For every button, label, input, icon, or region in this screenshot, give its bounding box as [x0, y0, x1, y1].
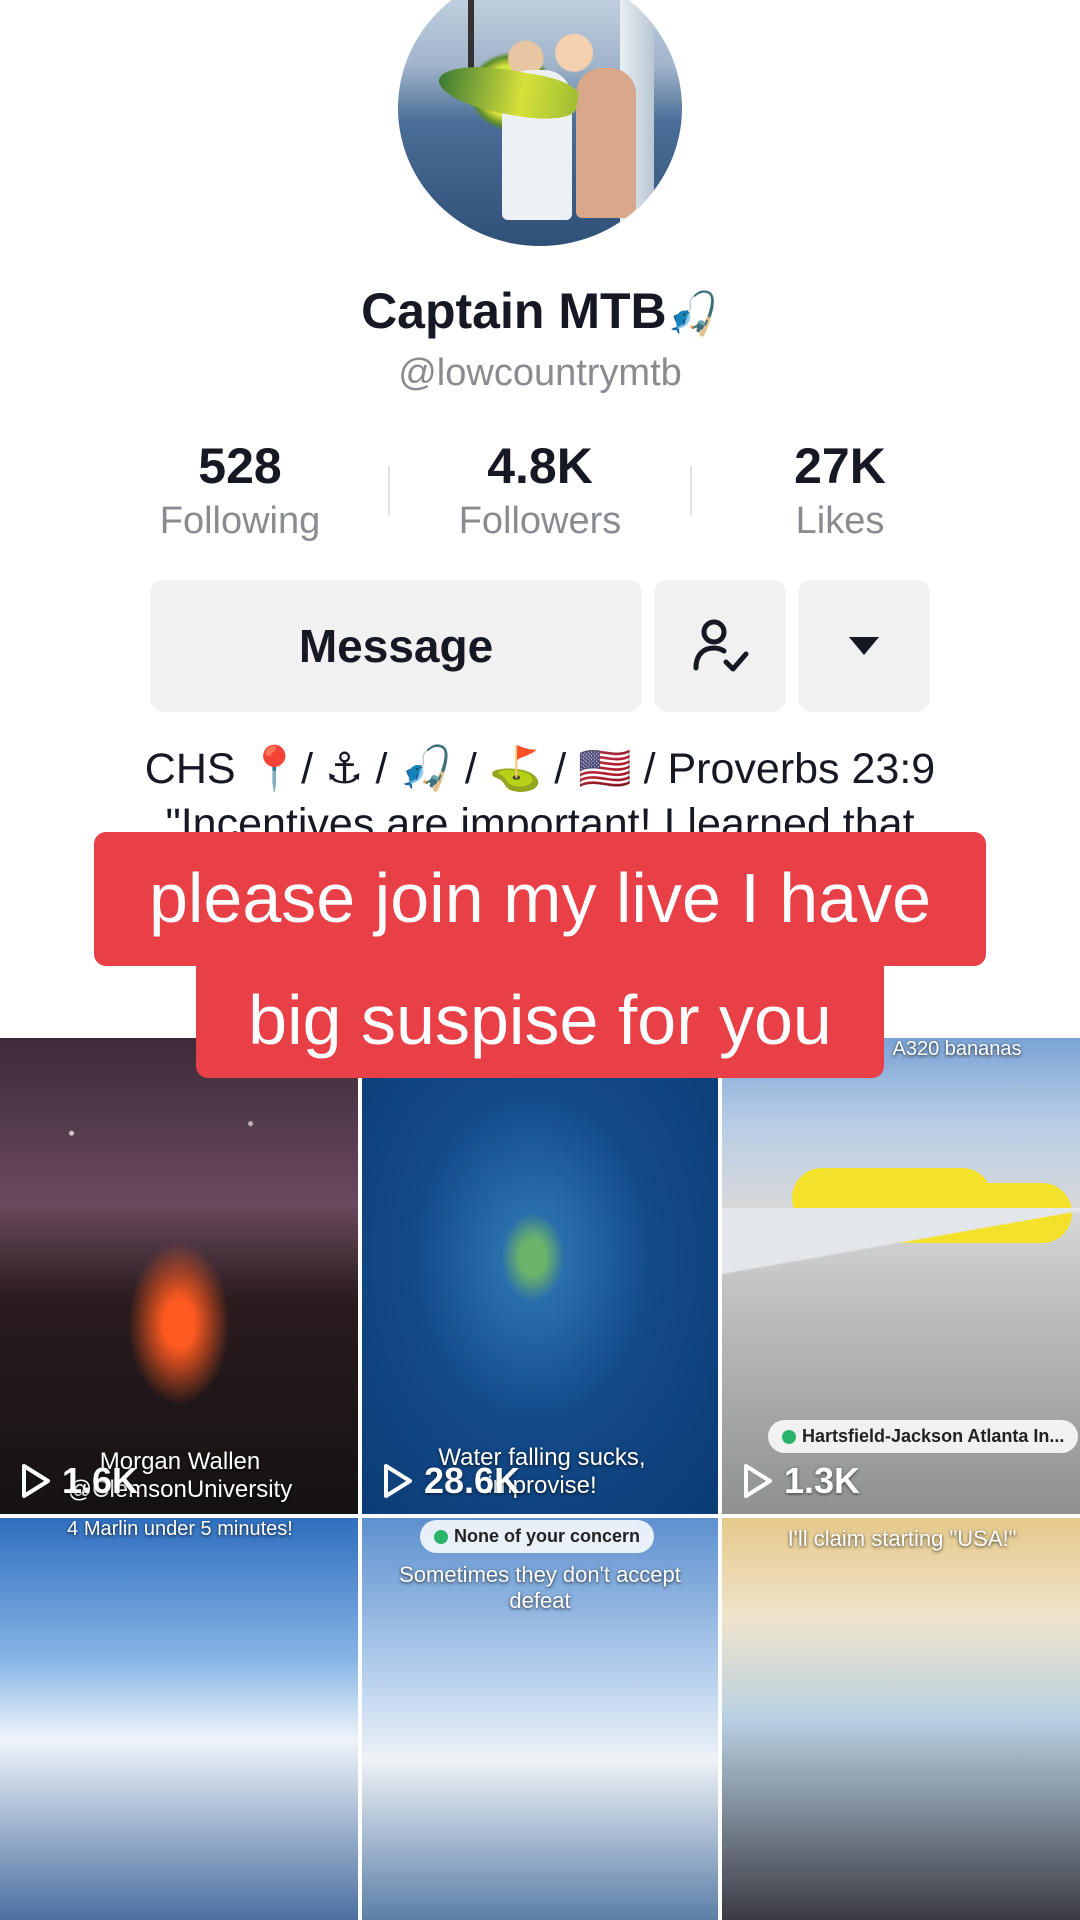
location-pill: Hartsfield-Jackson Atlanta In... [768, 1420, 1079, 1453]
bio-line: "Incentives are important! I learned tha… [165, 800, 915, 832]
video-tile[interactable]: Water falling sucks, improvise! 28.6K [362, 1038, 718, 1514]
stat-label: Likes [795, 500, 885, 542]
view-count: 1.6K [20, 1460, 138, 1502]
view-count: 28.6K [382, 1460, 520, 1502]
profile-avatar[interactable] [398, 0, 682, 246]
video-tile[interactable]: None of your concern Sometimes they don'… [362, 1518, 718, 1920]
video-tile[interactable]: Morgan Wallen @ClemsonUniversity 1.6K [0, 1038, 358, 1514]
bio-line: CHS 📍/ ⚓ / 🎣 / ⛳ / 🇺🇸 / Proverbs 23:9 [144, 745, 936, 793]
location-pin-icon [434, 1529, 448, 1544]
location-pin-icon [782, 1429, 796, 1444]
view-count-text: 28.6K [424, 1460, 521, 1501]
stat-label: Followers [458, 500, 622, 542]
view-count-text: 1.3K [784, 1460, 861, 1501]
video-tile[interactable]: I'll claim starting "USA!" [722, 1518, 1080, 1920]
video-caption: 4 Marlin under 5 minutes! [67, 1518, 293, 1540]
play-icon [384, 1464, 412, 1498]
play-icon [744, 1464, 772, 1498]
stat-following[interactable]: 528 Following [120, 436, 360, 546]
video-tile[interactable]: A320 bananas Hartsfield-Jackson Atlanta … [722, 1038, 1080, 1514]
message-button[interactable]: Message [150, 580, 642, 712]
more-options-button[interactable] [798, 580, 930, 712]
video-caption: I'll claim starting "USA!" [787, 1526, 1017, 1551]
fishing-emoji: 🎣 [666, 290, 719, 337]
airplane-wing [722, 1208, 1080, 1308]
stat-followers[interactable]: 4.8K Followers [420, 436, 660, 546]
video-caption: Sometimes they don't accept defeat [399, 1562, 681, 1613]
overlay-banner: big suspise for you [196, 966, 884, 1078]
view-count-text: 1.6K [62, 1460, 139, 1501]
profile-stats: 528 Following 4.8K Followers 27K Likes [0, 436, 1080, 546]
play-icon [22, 1464, 50, 1498]
stat-label: Following [159, 500, 321, 542]
person-check-icon [693, 619, 749, 672]
location-text: Hartsfield-Jackson Atlanta In... [802, 1426, 1065, 1446]
username-handle: @lowcountrymtb [398, 352, 682, 394]
caret-down-icon [849, 637, 879, 655]
avatar-person [576, 68, 636, 218]
following-button[interactable] [654, 580, 786, 712]
stat-value: 4.8K [487, 438, 593, 494]
video-grid: Morgan Wallen @ClemsonUniversity 1.6K Wa… [0, 1038, 1080, 1920]
stat-value: 27K [794, 438, 886, 494]
stat-divider [690, 466, 692, 516]
display-name: Captain MTB🎣 [0, 282, 1080, 340]
location-pill: None of your concern [420, 1520, 655, 1553]
overlay-banner: please join my live I have [94, 832, 986, 966]
view-count: 1.3K [742, 1460, 860, 1502]
display-name-text: Captain MTB [361, 283, 667, 339]
location-text: None of your concern [454, 1526, 641, 1546]
stat-value: 528 [198, 438, 282, 494]
video-tile[interactable]: 4 Marlin under 5 minutes! [0, 1518, 358, 1920]
stat-likes[interactable]: 27K Likes [720, 436, 960, 546]
stat-divider [388, 466, 390, 516]
